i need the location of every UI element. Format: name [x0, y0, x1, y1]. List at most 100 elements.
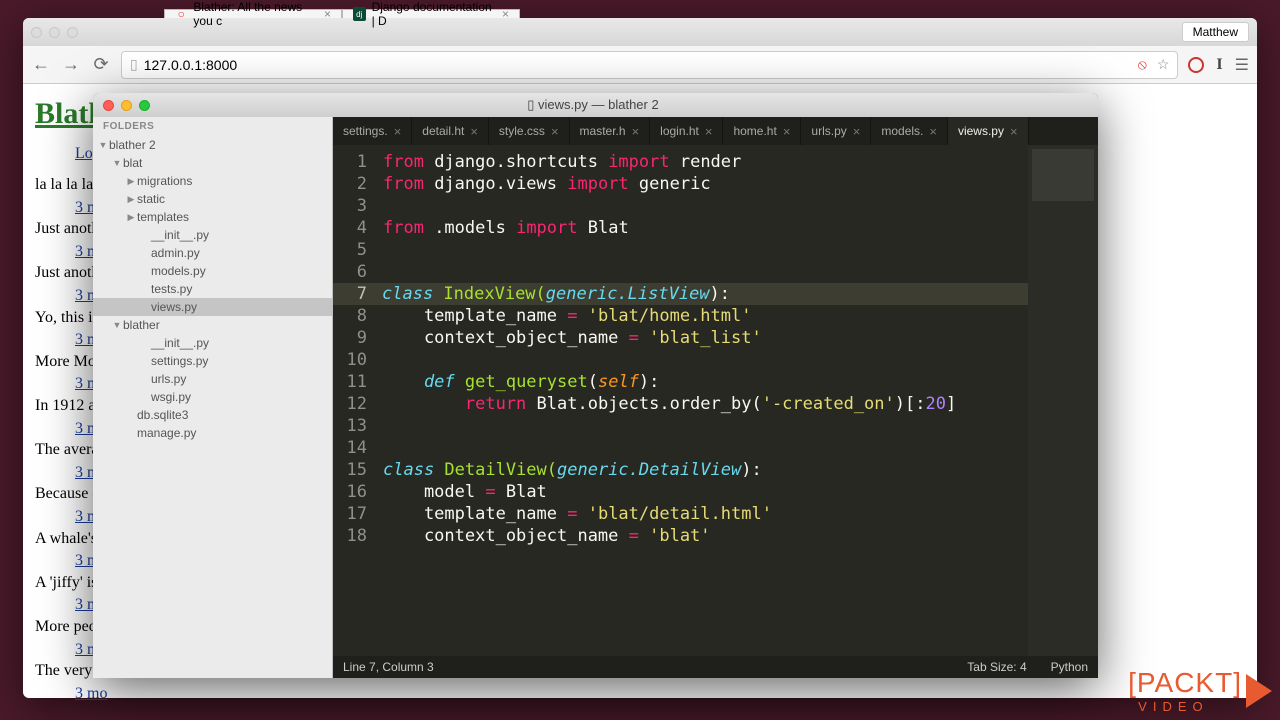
tree-folder[interactable]: ▼blather: [93, 316, 332, 334]
tree-label: templates: [137, 210, 189, 224]
tree-folder[interactable]: ▶static: [93, 190, 332, 208]
zoom-icon[interactable]: [139, 100, 150, 111]
browser-toolbar: ← → ⟳ ▯ 127.0.0.1:8000 ⦸ ☆ I ☰: [23, 46, 1257, 84]
tab-title: Django documentation | D: [372, 0, 496, 28]
tree-label: static: [137, 192, 165, 206]
tab-label: views.py: [958, 124, 1004, 138]
disclosure-icon: ▼: [111, 158, 123, 168]
disclosure-icon: ▶: [125, 176, 137, 187]
gutter: 123456789101112131415161718: [333, 145, 383, 656]
tab-close-icon[interactable]: ×: [394, 124, 402, 139]
editor-tab[interactable]: style.css ×: [489, 117, 570, 145]
play-icon: [1246, 674, 1272, 708]
editor-tab[interactable]: views.py ×: [948, 117, 1029, 145]
tab-close-icon[interactable]: ×: [551, 124, 559, 139]
tree-folder[interactable]: ▶templates: [93, 208, 332, 226]
code-area[interactable]: 123456789101112131415161718 from django.…: [333, 145, 1098, 656]
tree-folder[interactable]: ▼blather 2: [93, 136, 332, 154]
minimap[interactable]: [1028, 145, 1098, 656]
tree-folder[interactable]: ▼blat: [93, 154, 332, 172]
tab-label: models.: [881, 124, 923, 138]
editor-main: settings.×detail.ht×style.css×master.h×l…: [333, 117, 1098, 678]
close-icon[interactable]: [103, 100, 114, 111]
tree-label: tests.py: [151, 282, 192, 296]
editor-tab[interactable]: models. ×: [871, 117, 948, 145]
favicon-icon: dj: [353, 7, 366, 21]
tree-label: admin.py: [151, 246, 200, 260]
tree-label: wsgi.py: [151, 390, 191, 404]
favicon-icon: ○: [175, 7, 187, 21]
tree-file[interactable]: wsgi.py: [93, 388, 332, 406]
minimize-icon[interactable]: [49, 27, 60, 38]
tree-file[interactable]: admin.py: [93, 244, 332, 262]
tree-file[interactable]: __init__.py: [93, 334, 332, 352]
tree-label: models.py: [151, 264, 206, 278]
editor-tab[interactable]: detail.ht×: [412, 117, 489, 145]
extension-icon[interactable]: [1188, 57, 1204, 73]
tab-close-icon[interactable]: ×: [470, 124, 478, 139]
tree-label: settings.py: [151, 354, 208, 368]
tab-label: settings.: [343, 124, 388, 138]
browser-tab-django[interactable]: dj Django documentation | D ×: [342, 9, 520, 18]
tab-close-icon[interactable]: ×: [929, 124, 937, 139]
tree-file[interactable]: urls.py: [93, 370, 332, 388]
post-meta-link[interactable]: 3 mo: [75, 683, 1245, 704]
tab-close-icon[interactable]: ×: [1010, 124, 1018, 139]
status-position: Line 7, Column 3: [343, 660, 434, 674]
close-icon[interactable]: [31, 27, 42, 38]
editor-tab[interactable]: settings. ×: [333, 117, 412, 145]
profile-button[interactable]: Matthew: [1182, 22, 1249, 42]
tree-label: blather: [123, 318, 160, 332]
file-icon: ▯: [527, 97, 534, 112]
tab-label: urls.py: [811, 124, 846, 138]
tab-close-icon[interactable]: ×: [783, 124, 791, 139]
tree-file[interactable]: manage.py: [93, 424, 332, 442]
editor-tab[interactable]: urls.py ×: [801, 117, 871, 145]
editor-sidebar: FOLDERS ▼blather 2▼blat▶migrations▶stati…: [93, 117, 333, 678]
tree-file[interactable]: db.sqlite3: [93, 406, 332, 424]
disclosure-icon: ▼: [97, 140, 109, 150]
browser-tab-blather[interactable]: ○ Blather: All the news you c ×: [164, 9, 342, 18]
editor-title: ▯ views.py — blather 2: [158, 97, 1088, 113]
tree-file[interactable]: models.py: [93, 262, 332, 280]
adblock-icon[interactable]: ⦸: [1138, 56, 1147, 73]
minimize-icon[interactable]: [121, 100, 132, 111]
tab-close-icon[interactable]: ×: [324, 7, 331, 21]
status-bar: Line 7, Column 3 Tab Size: 4 Python: [333, 656, 1098, 678]
browser-titlebar: ○ Blather: All the news you c × dj Djang…: [23, 18, 1257, 46]
tab-label: master.h: [580, 124, 626, 138]
tab-label: home.ht: [733, 124, 776, 138]
status-language[interactable]: Python: [1051, 660, 1088, 674]
zoom-icon[interactable]: [67, 27, 78, 38]
tab-close-icon[interactable]: ×: [632, 124, 640, 139]
tree-file[interactable]: settings.py: [93, 352, 332, 370]
tree-folder[interactable]: ▶migrations: [93, 172, 332, 190]
tab-close-icon[interactable]: ×: [853, 124, 861, 139]
tree-file[interactable]: views.py: [93, 298, 332, 316]
disclosure-icon: ▼: [111, 320, 123, 330]
reload-icon[interactable]: ⟳: [91, 54, 111, 75]
editor-tab[interactable]: login.ht×: [650, 117, 723, 145]
tree-label: __init__.py: [151, 336, 209, 350]
editor-tabs: settings.×detail.ht×style.css×master.h×l…: [333, 117, 1098, 145]
bookmark-icon[interactable]: ☆: [1157, 56, 1170, 73]
editor-window: ▯ views.py — blather 2 FOLDERS ▼blather …: [93, 93, 1098, 678]
status-tabsize[interactable]: Tab Size: 4: [967, 660, 1026, 674]
forward-icon[interactable]: →: [61, 54, 81, 75]
tab-close-icon[interactable]: ×: [705, 124, 713, 139]
editor-tab[interactable]: home.ht ×: [723, 117, 801, 145]
back-icon[interactable]: ←: [31, 54, 51, 75]
tree-file[interactable]: tests.py: [93, 280, 332, 298]
editor-tab[interactable]: master.h ×: [570, 117, 651, 145]
lastpass-icon[interactable]: I: [1216, 56, 1222, 74]
url-bar[interactable]: ▯ 127.0.0.1:8000 ⦸ ☆: [121, 51, 1178, 79]
code[interactable]: from django.shortcuts import render from…: [383, 145, 1098, 656]
sidebar-header: FOLDERS: [93, 117, 332, 136]
tab-close-icon[interactable]: ×: [502, 7, 509, 21]
tree-file[interactable]: __init__.py: [93, 226, 332, 244]
tab-label: style.css: [499, 124, 545, 138]
watermark: [PACKT] VIDEO: [1128, 667, 1272, 714]
menu-icon[interactable]: ☰: [1235, 55, 1249, 75]
tree-label: urls.py: [151, 372, 186, 386]
disclosure-icon: ▶: [125, 194, 137, 205]
